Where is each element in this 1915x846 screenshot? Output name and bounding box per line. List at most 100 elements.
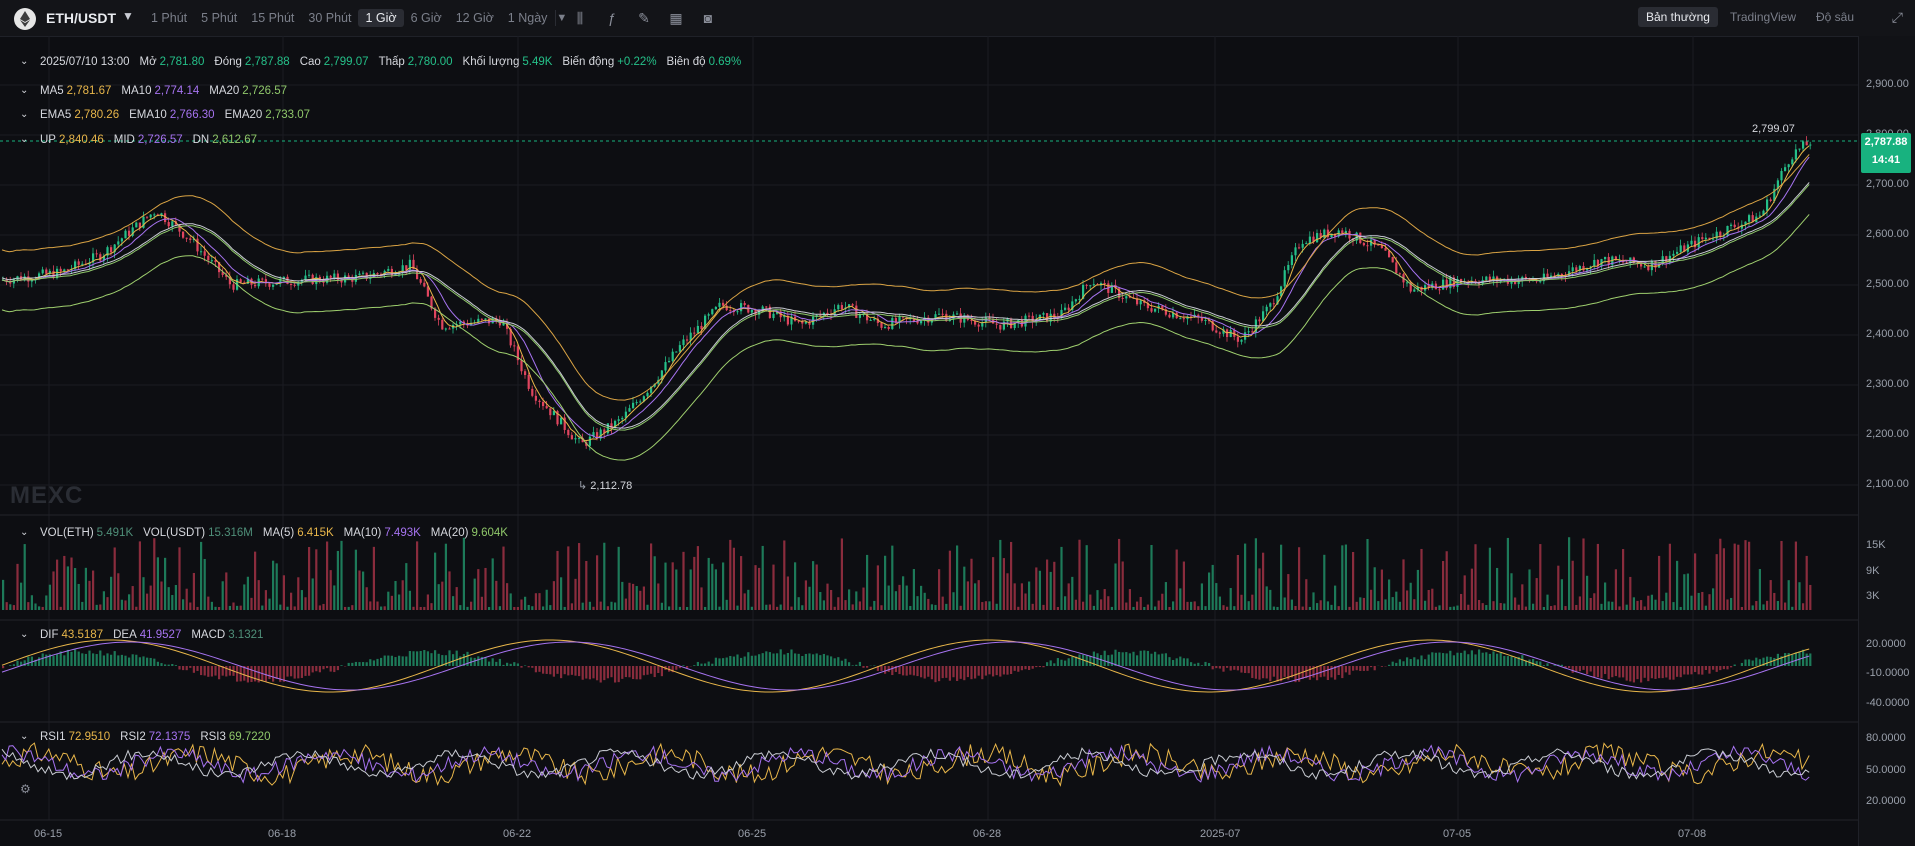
macd-bar bbox=[1665, 666, 1668, 678]
macd-bar bbox=[1128, 653, 1131, 666]
chevron-down-icon[interactable]: ⌄ bbox=[20, 109, 28, 120]
candle-body bbox=[1121, 297, 1124, 299]
volume-bar bbox=[1571, 560, 1574, 610]
chevron-down-icon[interactable]: ⌄ bbox=[20, 629, 28, 640]
volume-bar bbox=[653, 556, 656, 610]
volume-bar bbox=[614, 602, 617, 610]
chart-canvas[interactable] bbox=[0, 0, 1858, 846]
volume-bar bbox=[437, 584, 440, 610]
candle-body bbox=[1298, 247, 1301, 249]
candle-body bbox=[437, 317, 440, 320]
volume-bar bbox=[1056, 606, 1059, 610]
candle-body bbox=[358, 273, 361, 275]
candle-body bbox=[336, 273, 339, 281]
volume-bar bbox=[1197, 606, 1200, 610]
volume-bar bbox=[930, 604, 933, 610]
candle-body bbox=[542, 402, 545, 407]
candle-body bbox=[1539, 281, 1542, 283]
volume-bar bbox=[1546, 594, 1549, 610]
volume-bar bbox=[736, 605, 739, 610]
macd-bar bbox=[1175, 658, 1178, 666]
macd-bar bbox=[390, 655, 393, 666]
candle-body bbox=[1204, 319, 1207, 321]
macd-bar bbox=[1193, 663, 1196, 666]
macd-bar bbox=[1733, 664, 1736, 666]
candle-body bbox=[1571, 267, 1574, 272]
volume-bar bbox=[1521, 584, 1524, 610]
macd-bar bbox=[1690, 666, 1693, 675]
volume-bar bbox=[380, 606, 383, 610]
candle-body bbox=[545, 406, 548, 409]
macd-bar bbox=[1539, 661, 1542, 666]
chevron-down-icon[interactable]: ⌄ bbox=[20, 731, 28, 742]
candle-body bbox=[999, 324, 1002, 330]
chevron-down-icon[interactable]: ⌄ bbox=[20, 56, 28, 67]
fullscreen-icon[interactable]: ⤢ bbox=[1892, 9, 1903, 26]
volume-bar bbox=[1442, 561, 1445, 610]
rsi3-value: 69.7220 bbox=[228, 731, 271, 743]
price-tick: 2,100.00 bbox=[1866, 478, 1909, 490]
macd-bar bbox=[275, 666, 278, 679]
macd-bar bbox=[1283, 666, 1286, 677]
volume-bar bbox=[916, 596, 919, 610]
macd-bar bbox=[693, 665, 696, 666]
volume-bar bbox=[1654, 599, 1657, 610]
settings-icon[interactable]: ⚙ bbox=[20, 782, 36, 798]
macd-bar bbox=[16, 660, 19, 666]
chevron-down-icon[interactable]: ⌄ bbox=[20, 85, 28, 96]
volume-bar bbox=[527, 604, 530, 610]
macd-bar bbox=[1449, 650, 1452, 666]
candle-body bbox=[210, 260, 213, 262]
volume-bar bbox=[869, 606, 872, 610]
macd-bar bbox=[934, 666, 937, 683]
time-tick: 06-25 bbox=[738, 828, 767, 840]
volume-bar bbox=[1629, 576, 1632, 610]
macd-bar bbox=[776, 653, 779, 666]
volume-bar bbox=[117, 573, 120, 610]
macd-bar bbox=[995, 666, 998, 676]
macd-bar bbox=[833, 658, 836, 666]
ema5-value: 2,780.26 bbox=[74, 109, 120, 121]
macd-bar bbox=[336, 666, 339, 671]
vol-tick: 3K bbox=[1866, 590, 1880, 602]
macd-bar bbox=[362, 662, 365, 666]
volume-bar bbox=[664, 562, 667, 610]
volume-bar bbox=[516, 606, 519, 610]
volume-bar bbox=[362, 571, 365, 610]
macd-bar bbox=[1506, 656, 1509, 666]
macd-bar bbox=[1632, 666, 1635, 683]
candle-body bbox=[293, 284, 296, 286]
macd-bar bbox=[106, 653, 109, 666]
volume-bar bbox=[200, 541, 203, 610]
volume-bar bbox=[250, 597, 253, 610]
candle-body bbox=[1575, 267, 1578, 271]
volume-bar bbox=[1377, 601, 1380, 610]
candle-body bbox=[30, 280, 33, 282]
macd-bar bbox=[1359, 666, 1362, 671]
volume-bar bbox=[1647, 595, 1650, 610]
volume-bar bbox=[1139, 596, 1142, 610]
candle-body bbox=[1251, 331, 1254, 333]
macd-bar bbox=[408, 651, 411, 666]
macd-bar bbox=[1668, 666, 1671, 680]
volume-bar bbox=[261, 605, 264, 610]
chevron-down-icon[interactable]: ⌄ bbox=[20, 527, 28, 538]
volume-bar bbox=[1434, 606, 1437, 610]
macd-bar bbox=[862, 666, 865, 668]
macd-bar bbox=[1222, 666, 1225, 672]
volume-bar bbox=[308, 547, 311, 610]
volume-bar bbox=[887, 585, 890, 610]
macd-bar bbox=[1672, 666, 1675, 680]
volume-bar bbox=[365, 587, 368, 610]
volume-bar bbox=[1341, 545, 1344, 610]
macd-bar bbox=[1560, 664, 1563, 666]
macd-bar bbox=[1071, 656, 1074, 666]
candle-body bbox=[938, 313, 941, 315]
macd-bar bbox=[758, 654, 761, 666]
macd-bar bbox=[923, 666, 926, 679]
volume-bar bbox=[941, 596, 944, 610]
macd-bar bbox=[603, 666, 606, 681]
volume-bar bbox=[1042, 604, 1045, 610]
macd-bar bbox=[711, 663, 714, 666]
chevron-down-icon[interactable]: ⌄ bbox=[20, 134, 28, 145]
